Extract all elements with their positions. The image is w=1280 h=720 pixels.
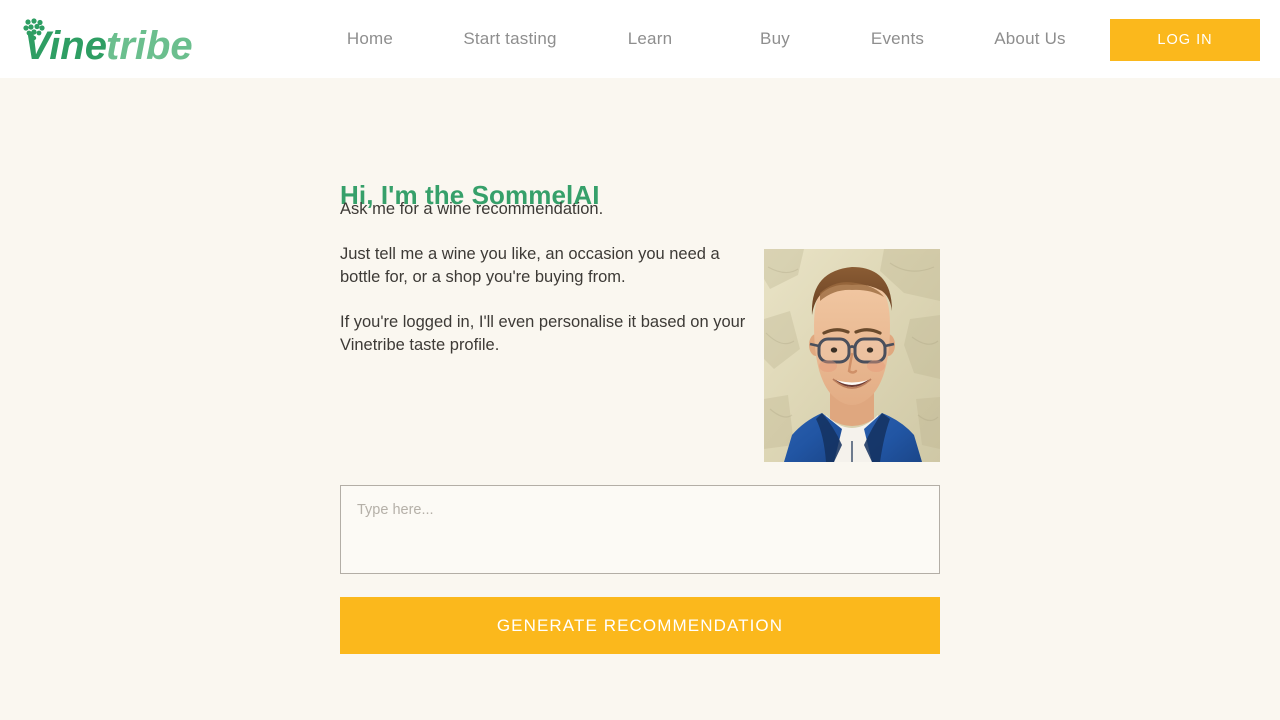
nav-link-events[interactable]: Events [871, 23, 924, 55]
portrait-illustration [764, 249, 940, 462]
nav-link-home[interactable]: Home [347, 23, 393, 55]
brand-logo[interactable]: Vine tribe [22, 17, 204, 63]
login-button[interactable]: LOG IN [1110, 19, 1260, 61]
page-content: Hi, I'm the SommelAI Ask me for a wine r… [0, 78, 1280, 720]
site-header: Vine tribe Home Start tasting Learn Buy … [0, 0, 1280, 78]
nav-link-buy[interactable]: Buy [760, 23, 790, 55]
svg-text:Vine: Vine [24, 24, 107, 63]
intro-paragraph-2: Just tell me a wine you like, an occasio… [340, 244, 720, 287]
nav-link-start-tasting[interactable]: Start tasting [463, 23, 556, 55]
nav-link-learn[interactable]: Learn [628, 23, 672, 55]
main-navigation: Home Start tasting Learn Buy Events Abou… [300, 0, 1095, 78]
vinetribe-logo-icon: Vine tribe [23, 18, 193, 63]
prompt-input[interactable] [340, 485, 940, 574]
intro-paragraph-1: Ask me for a wine recommendation. [340, 200, 604, 218]
intro-paragraph-3: If you're logged in, I'll even personali… [340, 312, 746, 355]
sommelier-portrait-photo [764, 249, 940, 462]
intro-text-block: Ask me for a wine recommendation. Just t… [340, 198, 750, 358]
svg-text:tribe: tribe [106, 24, 193, 63]
generate-recommendation-button[interactable]: GENERATE RECOMMENDATION [340, 597, 940, 654]
nav-link-about-us[interactable]: About Us [994, 23, 1066, 55]
